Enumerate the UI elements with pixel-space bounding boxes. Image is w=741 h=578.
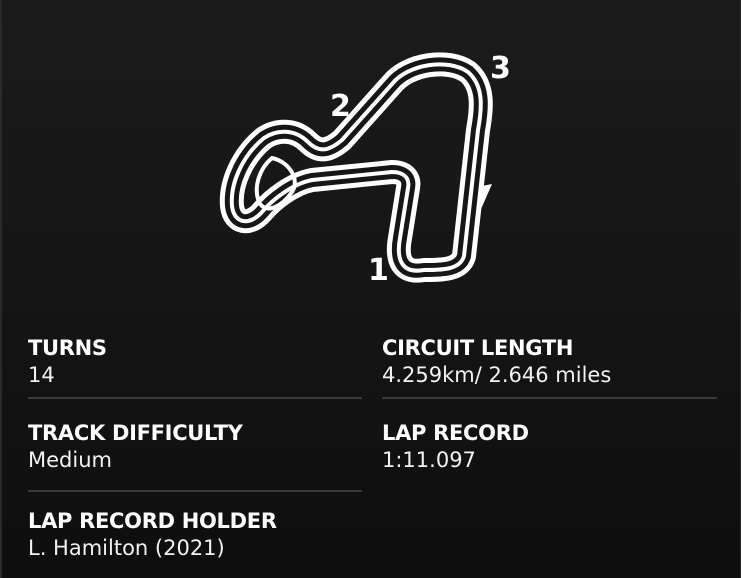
stat-lap-record: LAP RECORD 1:11.097 xyxy=(382,421,717,473)
stat-lap-record-holder: LAP RECORD HOLDER L. Hamilton (2021) xyxy=(28,509,363,561)
turn-marker-1: 1 xyxy=(368,253,389,288)
lap-record-label: LAP RECORD xyxy=(382,421,529,445)
lap-record-holder-label: LAP RECORD HOLDER xyxy=(28,509,277,533)
track-layout-graphic: 1 2 3 xyxy=(219,51,511,288)
track-difficulty-label: TRACK DIFFICULTY xyxy=(28,421,243,445)
track-outline xyxy=(219,52,493,283)
turns-label: TURNS xyxy=(28,336,107,360)
turns-value: 14 xyxy=(28,363,55,387)
circuit-length-label: CIRCUIT LENGTH xyxy=(382,336,574,360)
stat-track-difficulty: TRACK DIFFICULTY Medium xyxy=(28,421,363,473)
lap-record-value: 1:11.097 xyxy=(382,448,476,472)
circuit-info-panel: 1 2 3 TURNS 14 CIRCUIT LENGTH 4.259km/ 2… xyxy=(0,0,741,578)
lap-record-holder-value: L. Hamilton (2021) xyxy=(28,536,225,560)
stat-circuit-length: CIRCUIT LENGTH 4.259km/ 2.646 miles xyxy=(382,336,717,388)
divider-right-1 xyxy=(382,397,717,399)
circuit-length-value: 4.259km/ 2.646 miles xyxy=(382,363,612,387)
circuit-map: 1 2 3 xyxy=(212,38,532,298)
divider-left-1 xyxy=(28,397,362,399)
stat-turns: TURNS 14 xyxy=(28,336,363,388)
turn-marker-3: 3 xyxy=(490,51,511,86)
turn-marker-2: 2 xyxy=(330,89,351,124)
divider-left-2 xyxy=(28,490,362,492)
track-difficulty-value: Medium xyxy=(28,448,112,472)
